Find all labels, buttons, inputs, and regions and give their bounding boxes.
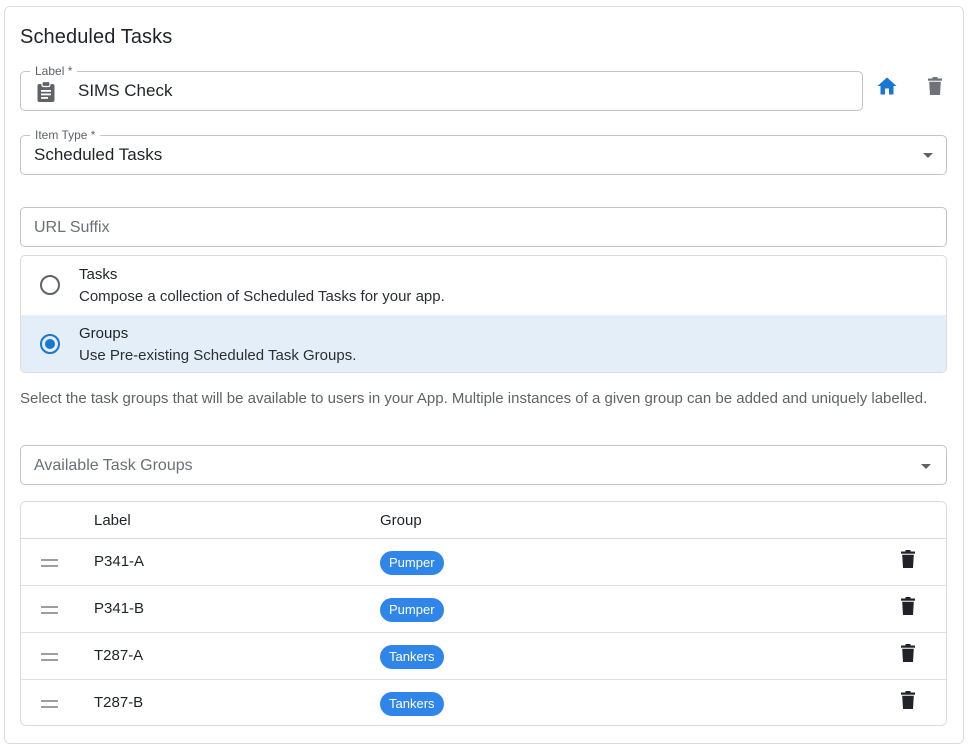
group-chip: Tankers	[380, 692, 444, 716]
home-button[interactable]	[873, 74, 901, 102]
drag-handle-icon[interactable]	[41, 700, 58, 708]
url-suffix-input[interactable]: URL Suffix	[20, 207, 947, 247]
radio-option-description: Compose a collection of Scheduled Tasks …	[79, 288, 445, 305]
radio-option-description: Use Pre-existing Scheduled Task Groups.	[79, 347, 357, 364]
radio-checked-icon[interactable]	[40, 334, 60, 354]
drag-handle-icon[interactable]	[41, 606, 58, 614]
label-field-value: SIMS Check	[78, 81, 173, 100]
trash-icon[interactable]	[901, 691, 915, 714]
row-label: T287-B	[94, 694, 144, 711]
table-row: P341-A Pumper	[21, 539, 946, 586]
chevron-down-icon	[923, 153, 933, 158]
available-task-groups-placeholder: Available Task Groups	[34, 457, 193, 474]
task-groups-table: Label Group P341-A Pumper P341-B Pumper …	[20, 501, 947, 726]
group-chip: Pumper	[380, 598, 444, 622]
table-row: P341-B Pumper	[21, 586, 946, 633]
label-field-label: Label *	[30, 64, 78, 78]
radio-unchecked-icon[interactable]	[40, 275, 60, 295]
trash-icon[interactable]	[901, 550, 915, 573]
drag-handle-icon[interactable]	[41, 653, 58, 661]
group-chip: Pumper	[380, 551, 444, 575]
trash-icon[interactable]	[901, 644, 915, 667]
column-header-group: Group	[380, 512, 422, 529]
radio-option-title: Tasks	[79, 266, 118, 283]
page-title: Scheduled Tasks	[20, 26, 173, 48]
item-type-label: Item Type *	[30, 128, 101, 142]
row-label: T287-A	[94, 647, 144, 664]
content-source-radio-group: Tasks Compose a collection of Scheduled …	[20, 255, 947, 373]
label-field[interactable]: Label * SIMS Check	[20, 64, 863, 111]
item-type-select[interactable]: Item Type * Scheduled Tasks	[20, 128, 947, 175]
trash-icon[interactable]	[901, 597, 915, 620]
column-header-label: Label	[94, 512, 131, 529]
drag-handle-icon[interactable]	[41, 559, 58, 567]
radio-option-tasks[interactable]: Tasks Compose a collection of Scheduled …	[21, 256, 946, 314]
help-text: Select the task groups that will be avai…	[20, 390, 928, 407]
home-icon	[877, 77, 897, 100]
table-header: Label Group	[21, 502, 946, 539]
row-label: P341-B	[94, 600, 145, 617]
row-label: P341-A	[94, 553, 145, 570]
delete-item-button[interactable]	[921, 74, 949, 102]
radio-option-groups[interactable]: Groups Use Pre-existing Scheduled Task G…	[21, 315, 946, 372]
table-row: T287-B Tankers	[21, 680, 946, 725]
available-task-groups-select[interactable]: Available Task Groups	[20, 445, 947, 485]
url-suffix-placeholder: URL Suffix	[34, 219, 110, 236]
chevron-down-icon	[921, 464, 931, 469]
item-type-value: Scheduled Tasks	[34, 145, 163, 164]
radio-option-title: Groups	[79, 325, 129, 342]
table-row: T287-A Tankers	[21, 633, 946, 680]
group-chip: Tankers	[380, 645, 444, 669]
clipboard-icon	[36, 80, 56, 108]
trash-icon	[928, 76, 942, 100]
